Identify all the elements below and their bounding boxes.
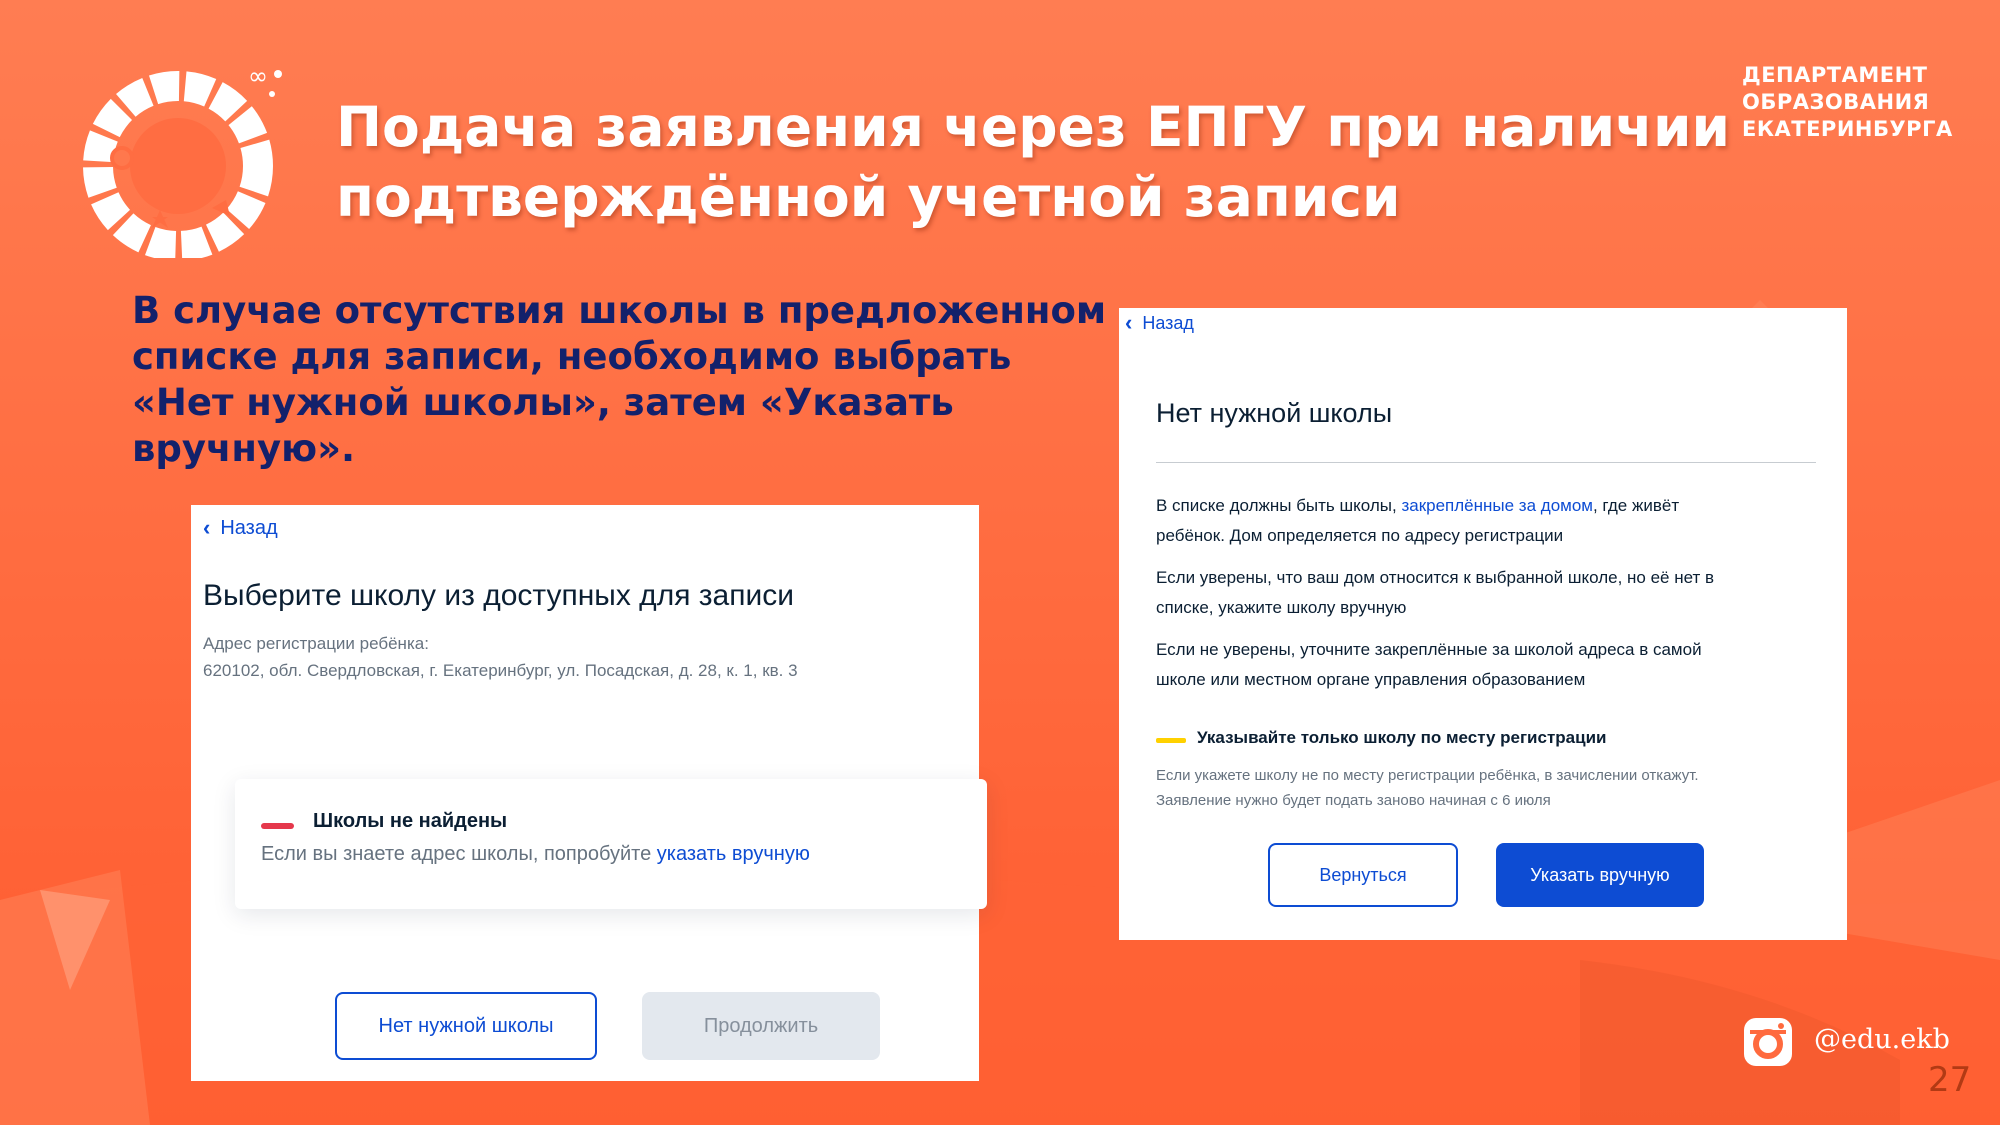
info-paragraph-3: Если не уверены, уточните закреплённые з… — [1156, 635, 1816, 695]
warning-indicator — [1156, 738, 1186, 743]
department-line-3: ЕКАТЕРИНБУРГА — [1742, 117, 1953, 141]
department-line-2: ОБРАЗОВАНИЯ — [1742, 90, 1930, 114]
warning-text: Если укажете школу не по месту регистрац… — [1156, 763, 1699, 813]
paragraph-3-line-1: Если не уверены, уточните закреплённые з… — [1156, 640, 1702, 659]
warning-title: Указывайте только школу по месту регистр… — [1197, 728, 1607, 747]
instagram-icon[interactable] — [1742, 1016, 1794, 1068]
intro-line-2: списке для записи, необходимо выбрать — [132, 335, 1012, 378]
info-paragraph-2: Если уверены, что ваш дом относится к вы… — [1156, 563, 1816, 623]
warning-line-1: Если укажете школу не по месту регистрац… — [1156, 767, 1699, 784]
page-heading: Выберите школу из доступных для записи — [203, 579, 794, 612]
school-select-screen: ‹ Назад Выберите школу из доступных для … — [191, 505, 987, 1081]
slide-title: Подача заявления через ЕПГУ при наличии … — [336, 92, 1731, 232]
intro-text: В случае отсутствия школы в предложенном… — [132, 288, 1112, 472]
assigned-schools-link[interactable]: закреплённые за домом — [1401, 496, 1593, 515]
back-link[interactable]: ‹ Назад — [1125, 310, 1194, 336]
back-label: Назад — [220, 516, 278, 539]
paragraph-2-line-2: списке, укажите школу вручную — [1156, 598, 1407, 617]
specify-manually-link[interactable]: указать вручную — [657, 843, 810, 865]
info-paragraph-1: В списке должны быть школы, закреплённые… — [1156, 491, 1816, 551]
logo-icon: ∞ — [83, 62, 282, 258]
return-button[interactable]: Вернуться — [1268, 843, 1458, 907]
warning-line-2: Заявление нужно будет подать заново начи… — [1156, 792, 1551, 809]
intro-line-3: «Нет нужной школы», затем «Указать — [132, 381, 954, 424]
social-handle[interactable]: @edu.ekb — [1814, 1024, 1950, 1055]
chevron-left-icon: ‹ — [203, 515, 211, 540]
paragraph-1-end: , где живёт — [1592, 496, 1680, 515]
no-school-screen: ‹ Назад Нет нужной школы В списке должны… — [1119, 308, 1847, 940]
back-label: Назад — [1142, 312, 1194, 333]
error-indicator — [261, 823, 294, 829]
chevron-left-icon: ‹ — [1125, 310, 1133, 335]
department-line-1: ДЕПАРТАМЕНТ — [1742, 63, 1928, 87]
intro-line-1: В случае отсутствия школы в предложенном — [132, 289, 1107, 332]
page-heading: Нет нужной школы — [1156, 398, 1393, 428]
title-line-2: подтверждённой учетной записи — [336, 165, 1401, 229]
title-line-1: Подача заявления через ЕПГУ при наличии — [336, 95, 1731, 159]
divider — [1156, 462, 1816, 463]
notice-message: Если вы знаете адрес школы, попробуйте — [261, 843, 657, 865]
paragraph-1-line-2: ребёнок. Дом определяется по адресу реги… — [1156, 526, 1564, 545]
no-schools-notice: Школы не найдены Если вы знаете адрес шк… — [235, 779, 987, 909]
slide: ∞ Подача заявления через ЕПГУ при наличи… — [0, 0, 2000, 1125]
paragraph-1-start: В списке должны быть школы, — [1156, 496, 1402, 515]
address-value: 620102, обл. Свердловская, г. Екатеринбу… — [203, 661, 798, 680]
intro-line-4: вручную». — [132, 427, 356, 470]
svg-text:∞: ∞ — [248, 62, 268, 90]
paragraph-1-line-1: В списке должны быть школы, закреплённые… — [1156, 491, 1816, 521]
continue-button[interactable]: Продолжить — [642, 992, 880, 1060]
back-link[interactable]: ‹ Назад — [203, 515, 278, 541]
notice-text: Если вы знаете адрес школы, попробуйте у… — [261, 843, 810, 866]
paragraph-2-line-1: Если уверены, что ваш дом относится к вы… — [1156, 568, 1715, 587]
address-label: Адрес регистрации ребёнка: — [203, 634, 429, 653]
specify-manually-button[interactable]: Указать вручную — [1496, 843, 1704, 907]
paragraph-3-line-2: школе или местном органе управления обра… — [1156, 670, 1586, 689]
notice-title: Школы не найдены — [313, 810, 508, 832]
department-logo-text: ДЕПАРТАМЕНТ ОБРАЗОВАНИЯ ЕКАТЕРИНБУРГА — [1742, 62, 1953, 143]
page-number: 27 — [1928, 1060, 1972, 1100]
no-school-button[interactable]: Нет нужной школы — [335, 992, 597, 1060]
